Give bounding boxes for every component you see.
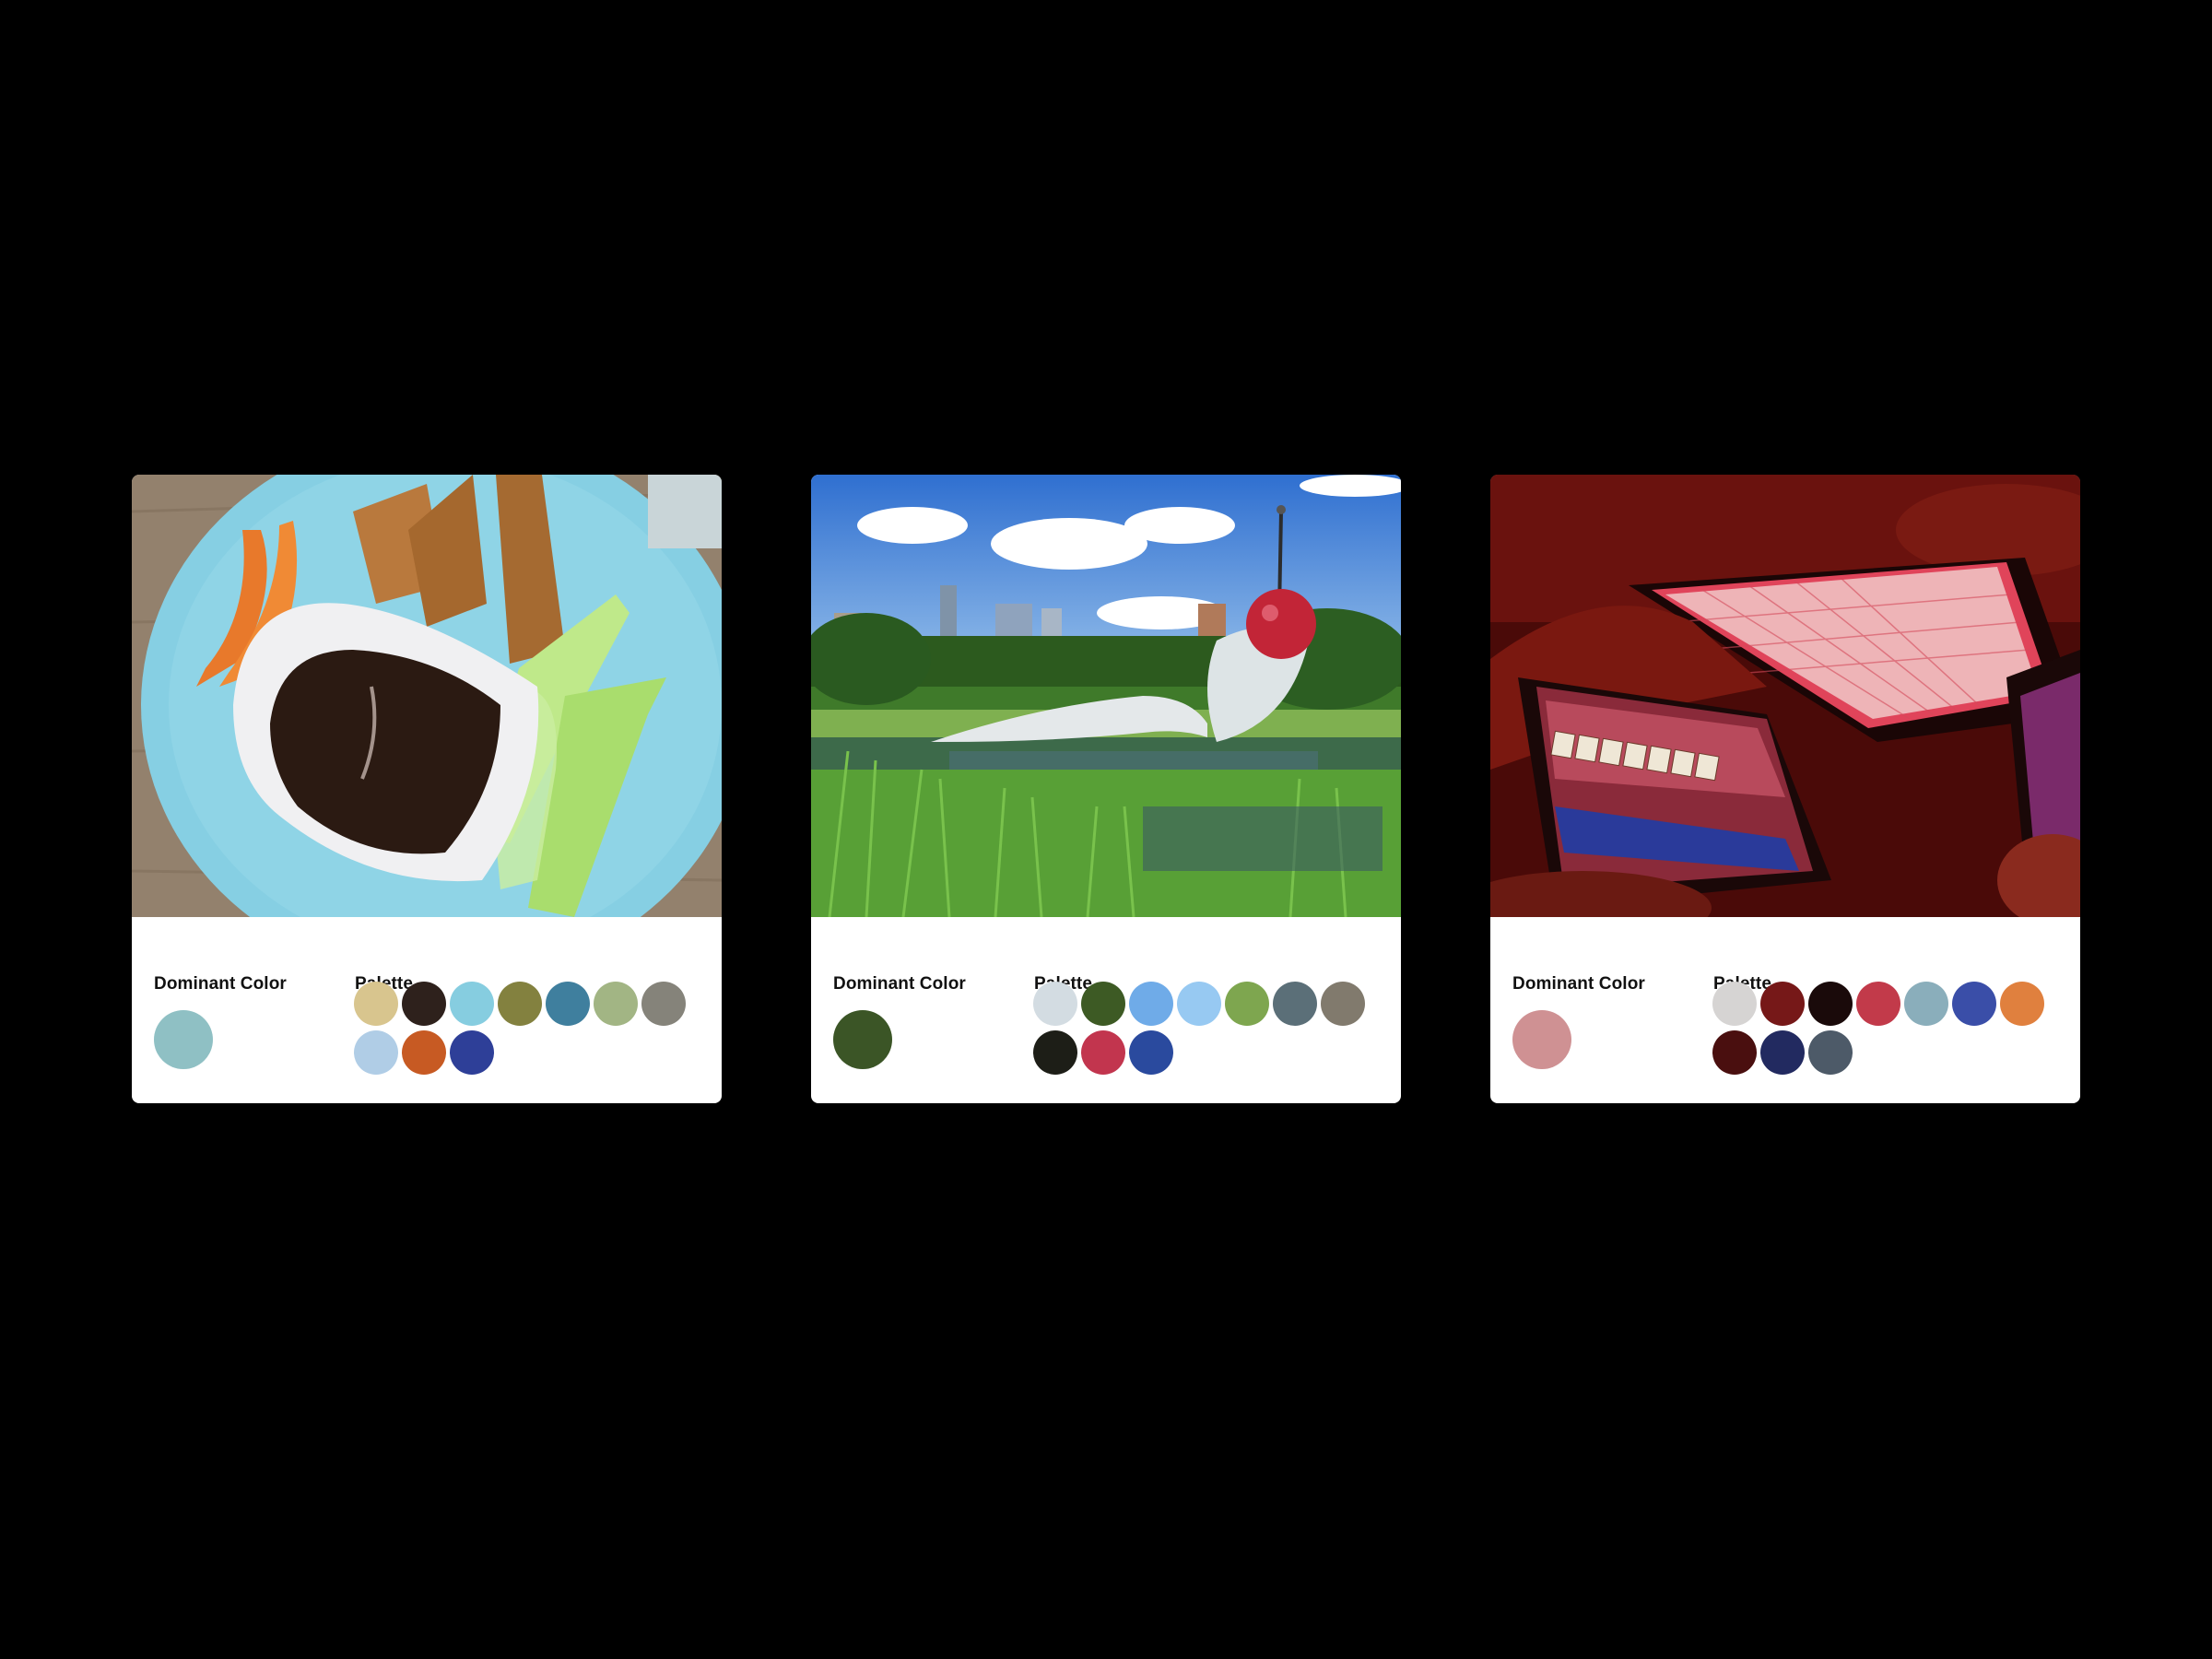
palette-swatch[interactable] [1712, 982, 1757, 1026]
dominant-color-swatch[interactable] [154, 1010, 213, 1069]
color-card[interactable]: Dominant Color Palette [132, 475, 722, 1103]
palette-swatch[interactable] [1081, 1030, 1125, 1075]
dominant-color-label: Dominant Color [1512, 974, 1645, 994]
palette-swatch[interactable] [594, 982, 638, 1026]
palette-swatch[interactable] [1712, 1030, 1757, 1075]
palette-swatch[interactable] [498, 982, 542, 1026]
palette-swatch[interactable] [546, 982, 590, 1026]
palette-swatch[interactable] [450, 982, 494, 1026]
dominant-color-label: Dominant Color [154, 974, 287, 994]
palette-swatch[interactable] [402, 1030, 446, 1075]
palette-swatch[interactable] [1273, 982, 1317, 1026]
palette-swatch[interactable] [354, 1030, 398, 1075]
palette-swatch[interactable] [1129, 982, 1173, 1026]
palette-swatch[interactable] [1760, 1030, 1805, 1075]
palette-swatch[interactable] [1081, 982, 1125, 1026]
palette-swatch[interactable] [1808, 1030, 1853, 1075]
palette-swatch[interactable] [1808, 982, 1853, 1026]
palette-swatch[interactable] [1033, 982, 1077, 1026]
palette-swatch[interactable] [402, 982, 446, 1026]
card-photo [1490, 475, 2080, 917]
palette-swatch[interactable] [1129, 1030, 1173, 1075]
card-gallery: Dominant Color Palette [132, 475, 2080, 1103]
palette-swatch[interactable] [1321, 982, 1365, 1026]
palette-swatch[interactable] [450, 1030, 494, 1075]
sculpture-park-image [811, 475, 1401, 917]
card-photo [132, 475, 722, 917]
palette-swatch[interactable] [2000, 982, 2044, 1026]
food-plate-image [132, 475, 722, 917]
tablet-game-image [1490, 475, 2080, 917]
palette-swatch[interactable] [1856, 982, 1900, 1026]
dominant-color-label: Dominant Color [833, 974, 966, 994]
palette-swatch[interactable] [1177, 982, 1221, 1026]
card-photo [811, 475, 1401, 917]
color-card[interactable]: Dominant Color Palette [811, 475, 1401, 1103]
palette-swatch[interactable] [1760, 982, 1805, 1026]
color-card[interactable]: Dominant Color Palette [1490, 475, 2080, 1103]
palette-swatch[interactable] [1033, 1030, 1077, 1075]
palette-swatch[interactable] [354, 982, 398, 1026]
palette-swatch[interactable] [1952, 982, 1996, 1026]
palette-swatch[interactable] [1225, 982, 1269, 1026]
dominant-color-swatch[interactable] [833, 1010, 892, 1069]
palette-swatch[interactable] [1904, 982, 1948, 1026]
dominant-color-swatch[interactable] [1512, 1010, 1571, 1069]
palette-swatch[interactable] [641, 982, 686, 1026]
